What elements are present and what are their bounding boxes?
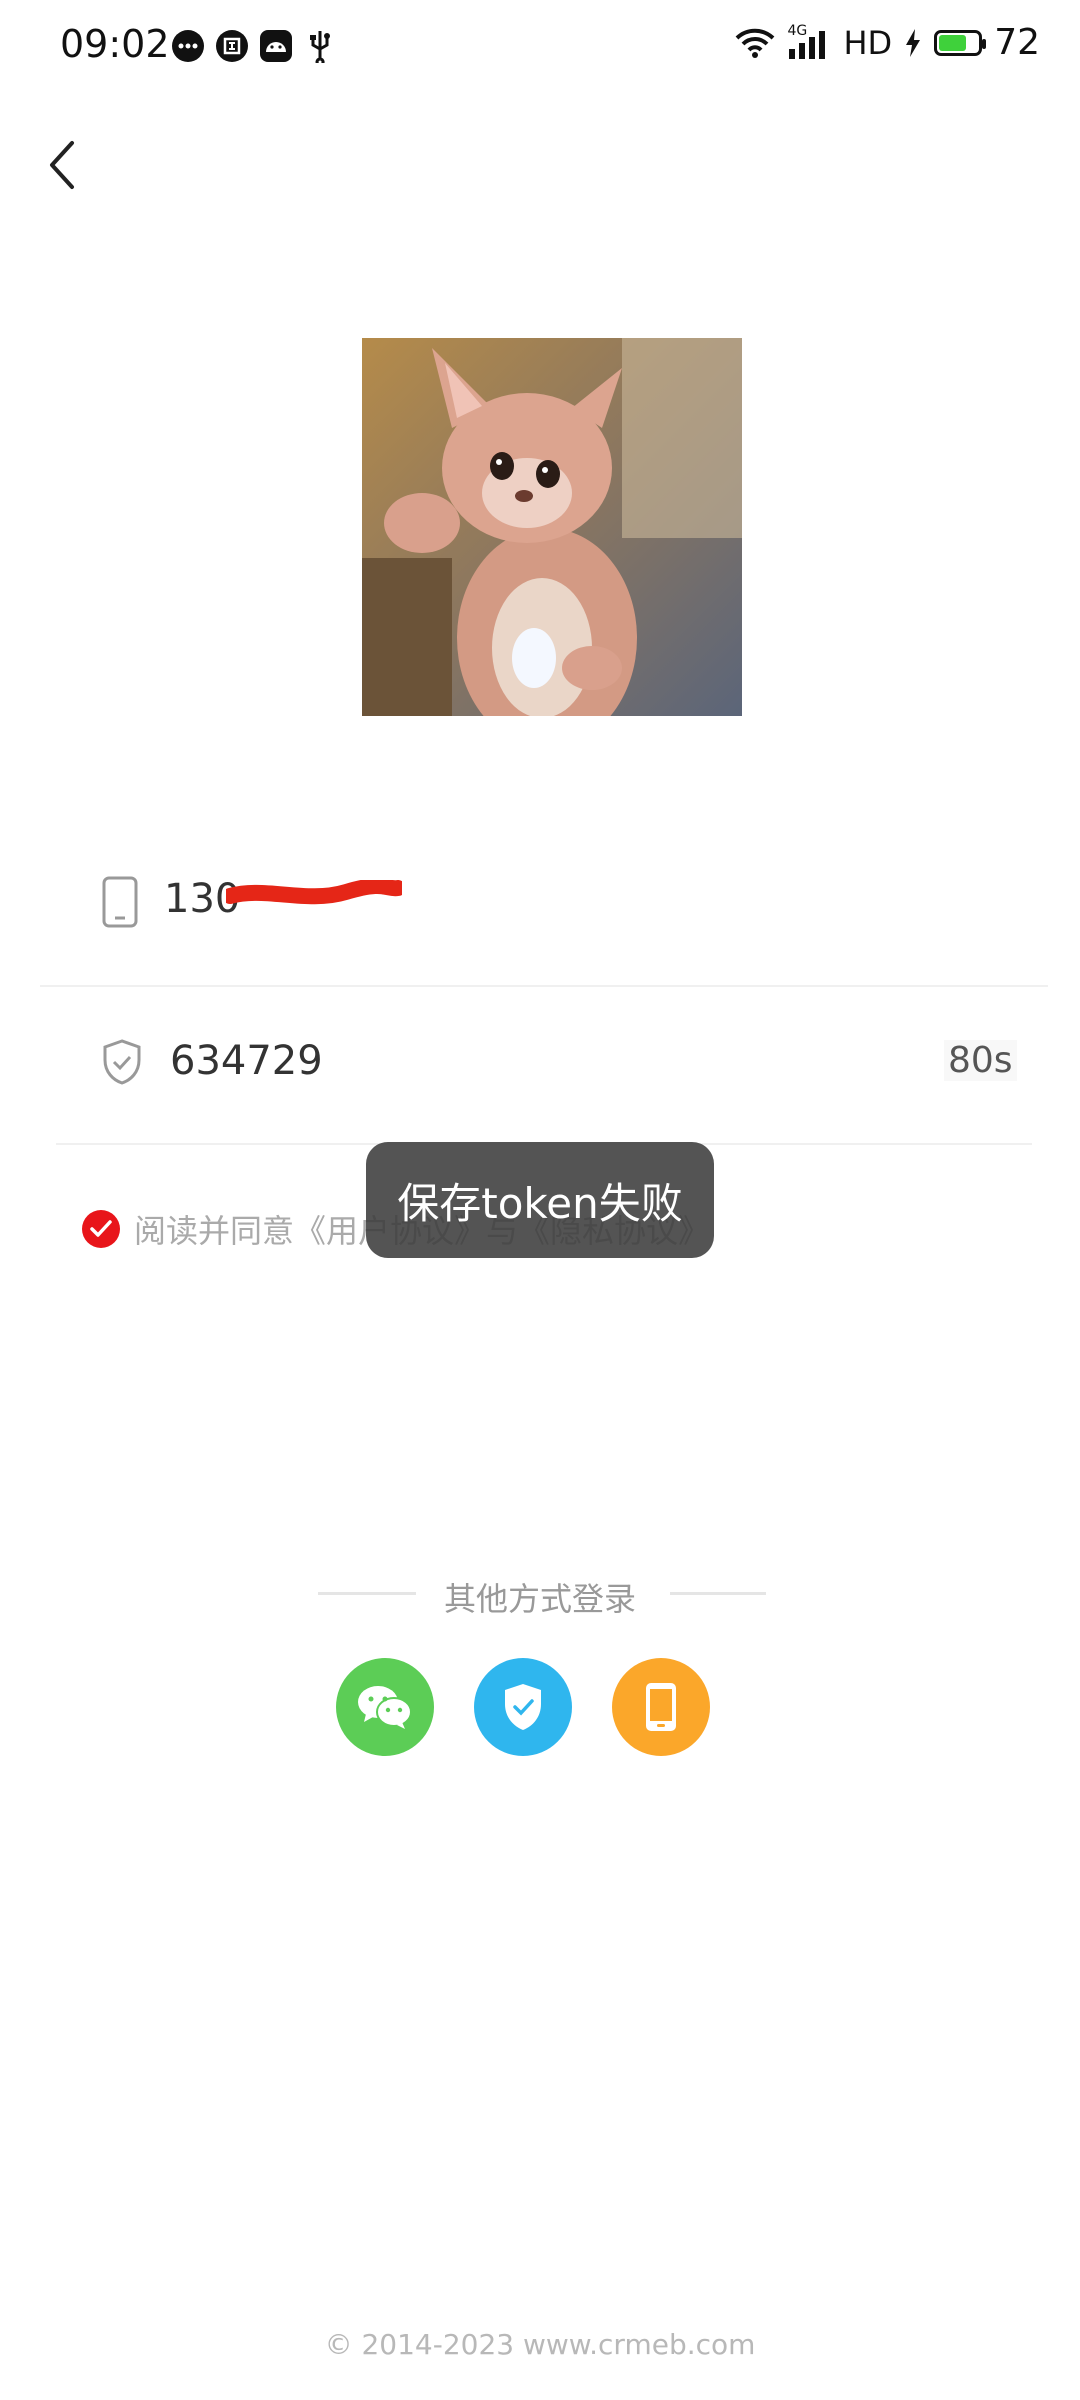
agreement-checkbox[interactable] xyxy=(82,1210,120,1248)
wechat-login-button[interactable] xyxy=(336,1658,434,1756)
hd-indicator: HD xyxy=(843,23,893,62)
battery-level xyxy=(939,34,967,51)
status-system-icons: 4G HD 72 xyxy=(735,22,1040,63)
status-notification-icons xyxy=(172,30,336,63)
message-icon xyxy=(172,30,204,62)
status-time: 09:02 xyxy=(60,22,170,66)
verification-code-input[interactable]: 634729 xyxy=(170,1038,323,1084)
divider-line-right xyxy=(670,1592,766,1595)
wechat-icon xyxy=(358,1686,412,1729)
phone-icon xyxy=(646,1683,676,1731)
charging-bolt-icon xyxy=(906,28,921,57)
shield-icon xyxy=(100,1038,144,1086)
android-icon xyxy=(260,30,292,62)
other-login-label: 其他方式登录 xyxy=(443,1580,636,1618)
phone-row-divider xyxy=(40,985,1048,987)
avatar xyxy=(362,338,742,716)
usb-icon xyxy=(304,30,336,63)
shield-check-icon xyxy=(505,1684,541,1730)
check-icon xyxy=(90,1220,112,1237)
phone-login-button[interactable] xyxy=(612,1658,710,1756)
wifi-icon xyxy=(736,28,775,58)
battery-icon xyxy=(934,29,987,56)
battery-percent: 72 xyxy=(994,22,1040,63)
shield-login-button[interactable] xyxy=(474,1658,572,1756)
resend-countdown-button[interactable]: 80s xyxy=(944,1040,1017,1081)
app-badge-icon xyxy=(216,30,248,62)
copyright-footer: © 2014-2023 www.crmeb.com xyxy=(324,2328,756,2361)
toast-message: 保存token失败 xyxy=(366,1142,714,1258)
redaction-mark xyxy=(222,877,406,910)
cartoon-fox-avatar xyxy=(362,338,742,716)
back-button[interactable] xyxy=(40,135,90,195)
mobile-icon xyxy=(100,876,140,928)
status-bar: 09:02 4G HD 72 xyxy=(0,0,1080,100)
signal-icon xyxy=(789,30,826,59)
signal-4g: 4G xyxy=(787,23,831,59)
chevron-left-icon xyxy=(50,141,74,189)
